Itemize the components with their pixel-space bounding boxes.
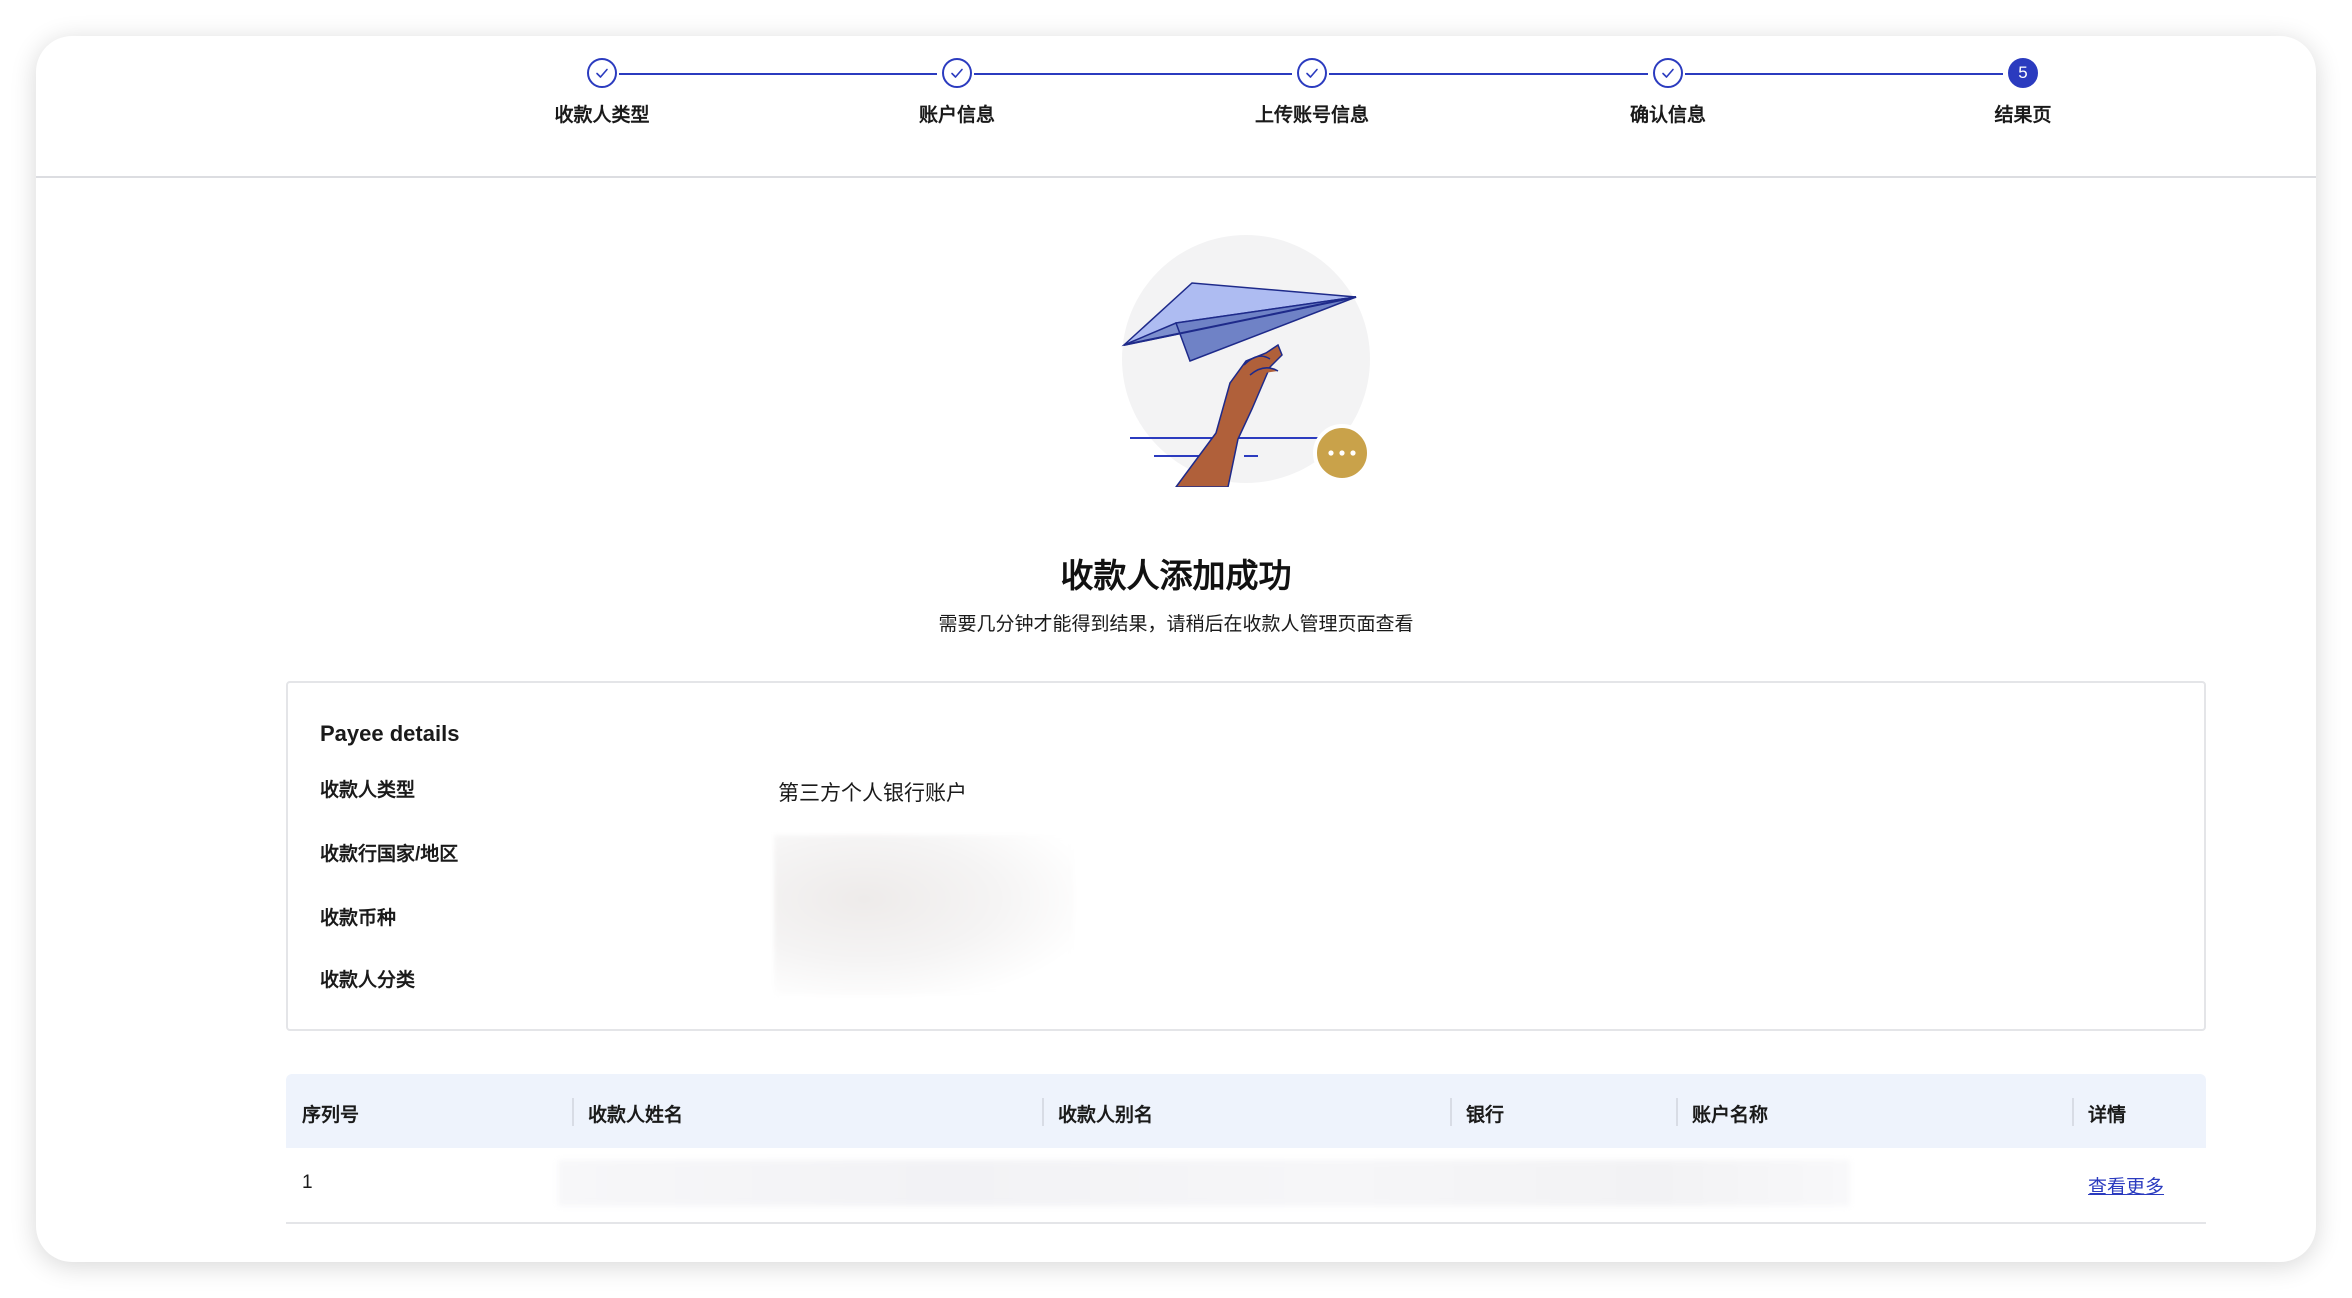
detail-label-currency: 收款币种 (320, 908, 397, 929)
column-divider (1450, 1098, 1452, 1126)
row-index: 1 (302, 1172, 313, 1193)
step-label: 收款人类型 (554, 105, 650, 126)
step-label: 账户信息 (918, 105, 995, 126)
column-divider (2072, 1098, 2074, 1126)
column-header-index: 序列号 (302, 1105, 360, 1126)
table-row: 1 查看更多 (286, 1148, 2206, 1224)
step-label: 上传账号信息 (1254, 105, 1369, 126)
step-label: 结果页 (1994, 105, 2052, 126)
detail-label-bank-country: 收款行国家/地区 (320, 844, 459, 865)
redacted-values (774, 835, 1074, 995)
column-divider (572, 1098, 574, 1126)
step-confirm: 确认信息 (1548, 58, 1788, 127)
table-header: 序列号 收款人姓名 收款人别名 银行 账户名称 详情 (286, 1074, 2206, 1148)
more-dots-icon (1313, 424, 1371, 482)
step-account-info: 账户信息 (837, 58, 1077, 127)
progress-stepper: 收款人类型 账户信息 上传账号信息 确认信息 5 结果页 (36, 36, 2316, 178)
panel-title: Payee details (320, 721, 460, 746)
result-subtitle: 需要几分钟才能得到结果，请稍后在收款人管理页面查看 (938, 614, 1414, 635)
detail-value-payee-type: 第三方个人银行账户 (778, 782, 967, 805)
payee-details-panel: Payee details 收款人类型 第三方个人银行账户 收款行国家/地区 收… (286, 681, 2206, 1031)
result-card: 收款人类型 账户信息 上传账号信息 确认信息 5 结果页 收款人添加成功 需要几… (36, 36, 2316, 1262)
column-header-bank: 银行 (1466, 1105, 1505, 1126)
step-result: 5 结果页 (1903, 58, 2143, 127)
result-title: 收款人添加成功 (1060, 557, 1292, 594)
check-icon (1297, 58, 1327, 88)
column-divider (1676, 1098, 1678, 1126)
column-header-details: 详情 (2088, 1105, 2127, 1126)
view-more-link[interactable]: 查看更多 (2088, 1172, 2164, 1199)
check-icon (942, 58, 972, 88)
step-payee-type: 收款人类型 (482, 58, 722, 127)
column-header-account-name: 账户名称 (1692, 1105, 1769, 1126)
payee-table: 序列号 收款人姓名 收款人别名 银行 账户名称 详情 1 查看更多 (286, 1074, 2206, 1224)
check-icon (587, 58, 617, 88)
column-divider (1042, 1098, 1044, 1126)
detail-label-payee-category: 收款人分类 (320, 970, 416, 991)
check-icon (1653, 58, 1683, 88)
redacted-row-content (558, 1160, 1850, 1206)
column-header-payee-name: 收款人姓名 (588, 1105, 684, 1126)
step-label: 确认信息 (1629, 105, 1706, 126)
step-upload-account: 上传账号信息 (1192, 58, 1432, 127)
step-number: 5 (2008, 58, 2038, 88)
column-header-payee-alias: 收款人别名 (1058, 1105, 1154, 1126)
detail-label-payee-type: 收款人类型 (320, 780, 416, 801)
